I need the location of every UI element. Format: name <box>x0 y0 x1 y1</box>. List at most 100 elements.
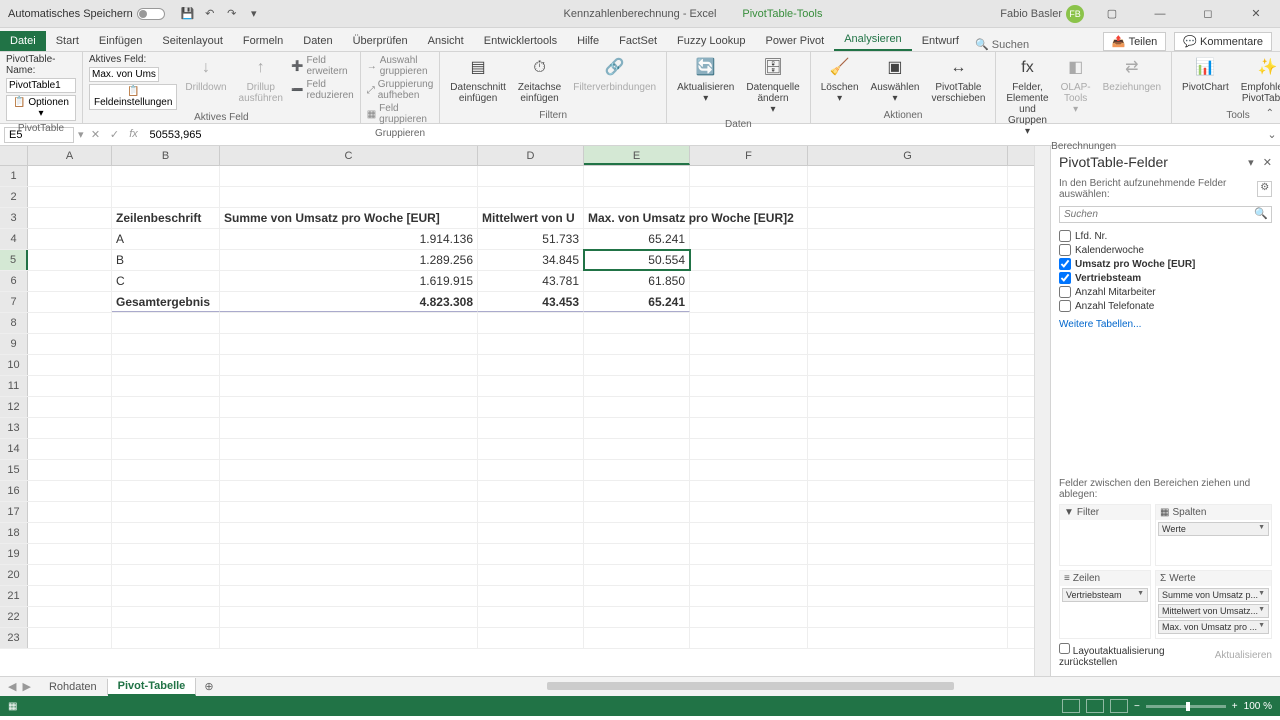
collapse-ribbon-icon[interactable]: ⌃ <box>1266 108 1274 119</box>
select-button[interactable]: ▣Auswählen ▾ <box>867 54 924 106</box>
active-field-input[interactable] <box>89 67 159 82</box>
pivotchart-button[interactable]: 📊PivotChart <box>1178 54 1233 95</box>
select-all-corner[interactable] <box>0 146 28 165</box>
fx-icon[interactable]: fx <box>126 128 142 141</box>
horizontal-scrollbar[interactable] <box>242 682 1260 692</box>
zoom-out-icon[interactable]: − <box>1134 701 1140 712</box>
insert-slicer-button[interactable]: ▤Datenschnitt einfügen <box>446 54 510 106</box>
tab-daten[interactable]: Daten <box>293 31 342 51</box>
normal-view-icon[interactable] <box>1062 699 1080 713</box>
qat-more-icon[interactable]: ▾ <box>247 7 261 21</box>
comments-button[interactable]: 💬 Kommentare <box>1174 32 1272 51</box>
insert-timeline-button[interactable]: ⏱Zeitachse einfügen <box>514 54 565 106</box>
col-header-a[interactable]: A <box>28 146 112 165</box>
pivot-cell[interactable]: B <box>112 250 220 270</box>
field-pane-dropdown-icon[interactable]: ▾ <box>1248 157 1254 169</box>
more-tables-link[interactable]: Weitere Tabellen... <box>1059 313 1272 336</box>
pivot-cell[interactable]: 43.453 <box>478 292 584 312</box>
tab-analysieren[interactable]: Analysieren <box>834 29 911 51</box>
zone-item[interactable]: Werte <box>1158 522 1269 536</box>
field-item[interactable]: Vertriebsteam <box>1059 271 1272 285</box>
tab-seitenlayout[interactable]: Seitenlayout <box>152 31 233 51</box>
tab-start[interactable]: Start <box>46 31 89 51</box>
user-account[interactable]: Fabio Basler FB <box>1000 5 1084 23</box>
refresh-button[interactable]: 🔄Aktualisieren ▾ <box>673 54 738 106</box>
field-search-input[interactable] <box>1060 207 1251 222</box>
close-icon[interactable]: ✕ <box>1236 0 1276 28</box>
search-icon[interactable]: 🔍 Suchen <box>969 38 1035 51</box>
ribbon-display-icon[interactable]: ▢ <box>1092 0 1132 28</box>
pivot-cell[interactable]: A <box>112 229 220 249</box>
tab-ueberpruefen[interactable]: Überprüfen <box>343 31 418 51</box>
pivot-row-label-header[interactable]: Zeilenbeschrift <box>112 208 220 228</box>
sheet-nav-next-icon[interactable]: ▶ <box>22 680 30 693</box>
sheet-tab-rohdaten[interactable]: Rohdaten <box>39 679 108 695</box>
col-header-f[interactable]: F <box>690 146 808 165</box>
zone-item[interactable]: Summe von Umsatz p... <box>1158 588 1269 602</box>
move-pivottable-button[interactable]: ↔PivotTable verschieben <box>927 54 989 106</box>
col-header-g[interactable]: G <box>808 146 1008 165</box>
columns-zone[interactable]: ▦Spalten Werte <box>1155 504 1272 566</box>
minimize-icon[interactable]: — <box>1140 0 1180 28</box>
pivot-max-header[interactable]: Max. von Umsatz pro Woche [EUR]2 <box>584 208 690 228</box>
tab-entwicklertools[interactable]: Entwicklertools <box>474 31 567 51</box>
zoom-in-icon[interactable]: + <box>1232 701 1238 712</box>
pivot-cell[interactable]: 1.619.915 <box>220 271 478 291</box>
defer-layout-checkbox[interactable]: Layoutaktualisierung zurückstellen <box>1059 643 1215 668</box>
pivot-cell[interactable]: 1.289.256 <box>220 250 478 270</box>
pivot-sum-header[interactable]: Summe von Umsatz pro Woche [EUR] <box>220 208 478 228</box>
pivot-cell[interactable]: 34.845 <box>478 250 584 270</box>
options-button[interactable]: 📋 Optionen ▾ <box>6 95 76 121</box>
tab-ansicht[interactable]: Ansicht <box>418 31 474 51</box>
col-header-e[interactable]: E <box>584 146 690 165</box>
redo-icon[interactable]: ↷ <box>225 7 239 21</box>
field-item[interactable]: Lfd. Nr. <box>1059 229 1272 243</box>
rows-zone[interactable]: ≡Zeilen Vertriebsteam <box>1059 570 1151 639</box>
page-layout-view-icon[interactable] <box>1086 699 1104 713</box>
tab-formeln[interactable]: Formeln <box>233 31 293 51</box>
sheet-nav-prev-icon[interactable]: ◀ <box>8 680 16 693</box>
cancel-formula-icon[interactable]: ✕ <box>88 128 104 141</box>
maximize-icon[interactable]: ◻ <box>1188 0 1228 28</box>
tab-entwurf[interactable]: Entwurf <box>912 31 969 51</box>
field-pane-close-icon[interactable]: ✕ <box>1263 157 1272 169</box>
tab-einfuegen[interactable]: Einfügen <box>89 31 152 51</box>
col-header-b[interactable]: B <box>112 146 220 165</box>
clear-button[interactable]: 🧹Löschen ▾ <box>817 54 863 106</box>
field-item[interactable]: Anzahl Telefonate <box>1059 299 1272 313</box>
add-sheet-icon[interactable]: ⊕ <box>196 680 221 693</box>
filter-zone[interactable]: ▼Filter <box>1059 504 1151 566</box>
share-button[interactable]: 📤 Teilen <box>1103 32 1166 51</box>
col-header-c[interactable]: C <box>220 146 478 165</box>
save-icon[interactable]: 💾 <box>181 7 195 21</box>
change-datasource-button[interactable]: 🗄Datenquelle ändern ▾ <box>742 54 803 117</box>
pivot-cell[interactable]: 4.823.308 <box>220 292 478 312</box>
field-item[interactable]: Umsatz pro Woche [EUR] <box>1059 257 1272 271</box>
pivot-cell[interactable]: 43.781 <box>478 271 584 291</box>
expand-formula-bar-icon[interactable]: ⌄ <box>1264 128 1280 141</box>
zone-item[interactable]: Max. von Umsatz pro ... <box>1158 620 1269 634</box>
field-search-icon[interactable]: 🔍 <box>1251 207 1271 222</box>
vertical-scrollbar[interactable] <box>1034 146 1050 676</box>
tab-hilfe[interactable]: Hilfe <box>567 31 609 51</box>
selected-cell[interactable]: 50.554 <box>584 250 690 270</box>
zoom-level[interactable]: 100 % <box>1244 701 1272 712</box>
field-pane-gear-icon[interactable]: ⚙ <box>1257 181 1272 197</box>
pivot-cell[interactable]: 65.241 <box>584 292 690 312</box>
field-item[interactable]: Kalenderwoche <box>1059 243 1272 257</box>
fields-items-button[interactable]: fxFelder, Elemente und Gruppen ▾ <box>1002 54 1052 139</box>
tab-file[interactable]: Datei <box>0 31 46 51</box>
pivot-cell[interactable]: 1.914.136 <box>220 229 478 249</box>
grid[interactable]: 1 2 3ZeilenbeschriftSumme von Umsatz pro… <box>0 166 1034 676</box>
zone-item[interactable]: Mittelwert von Umsatz... <box>1158 604 1269 618</box>
tab-factset[interactable]: FactSet <box>609 31 667 51</box>
zone-item[interactable]: Vertriebsteam <box>1062 588 1148 602</box>
pivot-cell[interactable]: 61.850 <box>584 271 690 291</box>
pivot-cell[interactable]: 65.241 <box>584 229 690 249</box>
page-break-view-icon[interactable] <box>1110 699 1128 713</box>
pivottable-name-input[interactable] <box>6 78 76 93</box>
tab-fuzzylookup[interactable]: Fuzzy Lookup <box>667 31 755 51</box>
field-settings-button[interactable]: 📋 Feldeinstellungen <box>89 84 177 110</box>
col-header-d[interactable]: D <box>478 146 584 165</box>
recommended-pivottables-button[interactable]: ✨Empfohlene PivotTables <box>1237 54 1280 106</box>
